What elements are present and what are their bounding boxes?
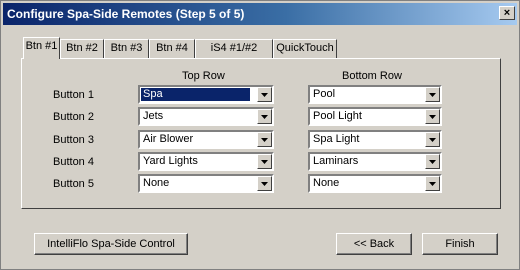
title-bar[interactable]: Configure Spa-Side Remotes (Step 5 of 5)… bbox=[3, 3, 517, 25]
dropdown-arrow-icon[interactable] bbox=[425, 87, 440, 102]
bottom-row-select-button-3[interactable]: Spa Light bbox=[308, 130, 442, 149]
top-row-select-button-2[interactable]: Jets bbox=[138, 107, 274, 126]
top-row-select-button-4[interactable]: Yard Lights bbox=[138, 152, 274, 171]
bottom-row-select-button-4[interactable]: Laminars bbox=[308, 152, 442, 171]
finish-button[interactable]: Finish bbox=[422, 233, 498, 255]
selected-value: Spa Light bbox=[313, 133, 360, 145]
column-header-top-row: Top Row bbox=[182, 70, 225, 82]
selected-value: Laminars bbox=[313, 155, 359, 167]
dropdown-arrow-icon[interactable] bbox=[425, 109, 440, 124]
selected-value: None bbox=[313, 177, 340, 189]
tab-btn-1[interactable]: Btn #1 bbox=[23, 37, 60, 59]
dropdown-arrow-icon[interactable] bbox=[425, 132, 440, 147]
row-label-button-4: Button 4 bbox=[53, 156, 94, 168]
column-header-bottom-row: Bottom Row bbox=[342, 70, 402, 82]
dropdown-arrow-icon[interactable] bbox=[257, 176, 272, 191]
bottom-row-select-button-2[interactable]: Pool Light bbox=[308, 107, 442, 126]
tab-is4[interactable]: iS4 #1/#2 bbox=[195, 39, 273, 58]
dropdown-arrow-icon[interactable] bbox=[257, 109, 272, 124]
dropdown-arrow-icon[interactable] bbox=[425, 176, 440, 191]
selected-value: Spa bbox=[141, 88, 250, 101]
back-button[interactable]: << Back bbox=[336, 233, 412, 255]
tab-btn-4[interactable]: Btn #4 bbox=[149, 39, 195, 58]
dropdown-arrow-icon[interactable] bbox=[425, 154, 440, 169]
selected-value: Jets bbox=[143, 110, 164, 122]
row-label-button-1: Button 1 bbox=[53, 89, 94, 101]
selected-value: Pool bbox=[313, 88, 336, 100]
top-row-select-button-3[interactable]: Air Blower bbox=[138, 130, 274, 149]
dialog-window: Configure Spa-Side Remotes (Step 5 of 5)… bbox=[0, 0, 520, 270]
window-title: Configure Spa-Side Remotes (Step 5 of 5) bbox=[7, 7, 245, 21]
selected-value: Pool Light bbox=[313, 110, 362, 122]
bottom-row-select-button-1[interactable]: Pool bbox=[308, 85, 442, 104]
selected-value: None bbox=[143, 177, 170, 189]
selected-value: Yard Lights bbox=[143, 155, 198, 167]
bottom-row-select-button-5[interactable]: None bbox=[308, 174, 442, 193]
selected-value: Air Blower bbox=[143, 133, 194, 145]
row-label-button-2: Button 2 bbox=[53, 111, 94, 123]
dropdown-arrow-icon[interactable] bbox=[257, 154, 272, 169]
top-row-select-button-1[interactable]: Spa bbox=[138, 85, 274, 104]
close-button[interactable]: × bbox=[499, 6, 515, 20]
top-row-select-button-5[interactable]: None bbox=[138, 174, 274, 193]
intelliflo-spa-side-control-button[interactable]: IntelliFlo Spa-Side Control bbox=[34, 233, 188, 255]
row-label-button-5: Button 5 bbox=[53, 178, 94, 190]
tab-btn-3[interactable]: Btn #3 bbox=[104, 39, 149, 58]
dropdown-arrow-icon[interactable] bbox=[257, 87, 272, 102]
dropdown-arrow-icon[interactable] bbox=[257, 132, 272, 147]
row-label-button-3: Button 3 bbox=[53, 134, 94, 146]
tab-btn-2[interactable]: Btn #2 bbox=[60, 39, 104, 58]
tab-quicktouch[interactable]: QuickTouch bbox=[273, 39, 337, 58]
